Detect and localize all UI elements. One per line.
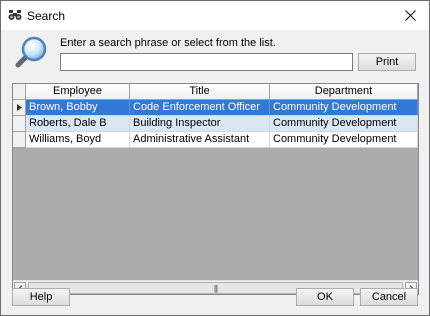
grid-corner [13, 84, 26, 100]
magnifier-icon [10, 34, 52, 72]
table-row[interactable]: Roberts, Dale B Building Inspector Commu… [13, 116, 418, 132]
horizontal-scrollbar[interactable]: ||| [13, 280, 418, 294]
title-bar: Search [1, 1, 429, 30]
cell-department[interactable]: Community Development [270, 116, 418, 132]
cell-department[interactable]: Community Development [270, 132, 418, 148]
table-row[interactable]: Brown, Bobby Code Enforcement Officer Co… [13, 100, 418, 116]
cell-department[interactable]: Community Development [270, 100, 418, 116]
grid-viewport: Employee Title Department Brown, Bobby C… [13, 84, 418, 280]
cell-employee[interactable]: Williams, Boyd [26, 132, 130, 148]
column-header-employee[interactable]: Employee [26, 84, 130, 100]
row-selector[interactable] [13, 100, 26, 116]
ok-button[interactable]: OK [296, 288, 354, 306]
binoculars-icon [8, 8, 22, 22]
cell-title[interactable]: Code Enforcement Officer [130, 100, 270, 116]
cell-title[interactable]: Building Inspector [130, 116, 270, 132]
table-row[interactable]: Williams, Boyd Administrative Assistant … [13, 132, 418, 148]
cell-employee[interactable]: Roberts, Dale B [26, 116, 130, 132]
grid-header: Employee Title Department [13, 84, 418, 100]
column-header-department[interactable]: Department [270, 84, 418, 100]
instruction-text: Enter a search phrase or select from the… [60, 37, 276, 49]
close-icon [404, 10, 416, 21]
print-button[interactable]: Print [358, 53, 416, 71]
cell-title[interactable]: Administrative Assistant [130, 132, 270, 148]
cancel-button[interactable]: Cancel [360, 288, 418, 306]
cell-employee[interactable]: Brown, Bobby [26, 100, 130, 116]
help-button[interactable]: Help [12, 288, 70, 306]
close-button[interactable] [391, 1, 429, 30]
column-header-title[interactable]: Title [130, 84, 270, 100]
employee-grid: Employee Title Department Brown, Bobby C… [12, 83, 419, 295]
dialog-body: Enter a search phrase or select from the… [1, 30, 429, 315]
row-selector[interactable] [13, 132, 26, 148]
search-input[interactable] [60, 53, 353, 71]
search-dialog: Search Enter a search phrase or select f… [0, 0, 430, 316]
window-title: Search [27, 9, 66, 23]
current-row-arrow-icon [16, 104, 22, 111]
row-selector[interactable] [13, 116, 26, 132]
